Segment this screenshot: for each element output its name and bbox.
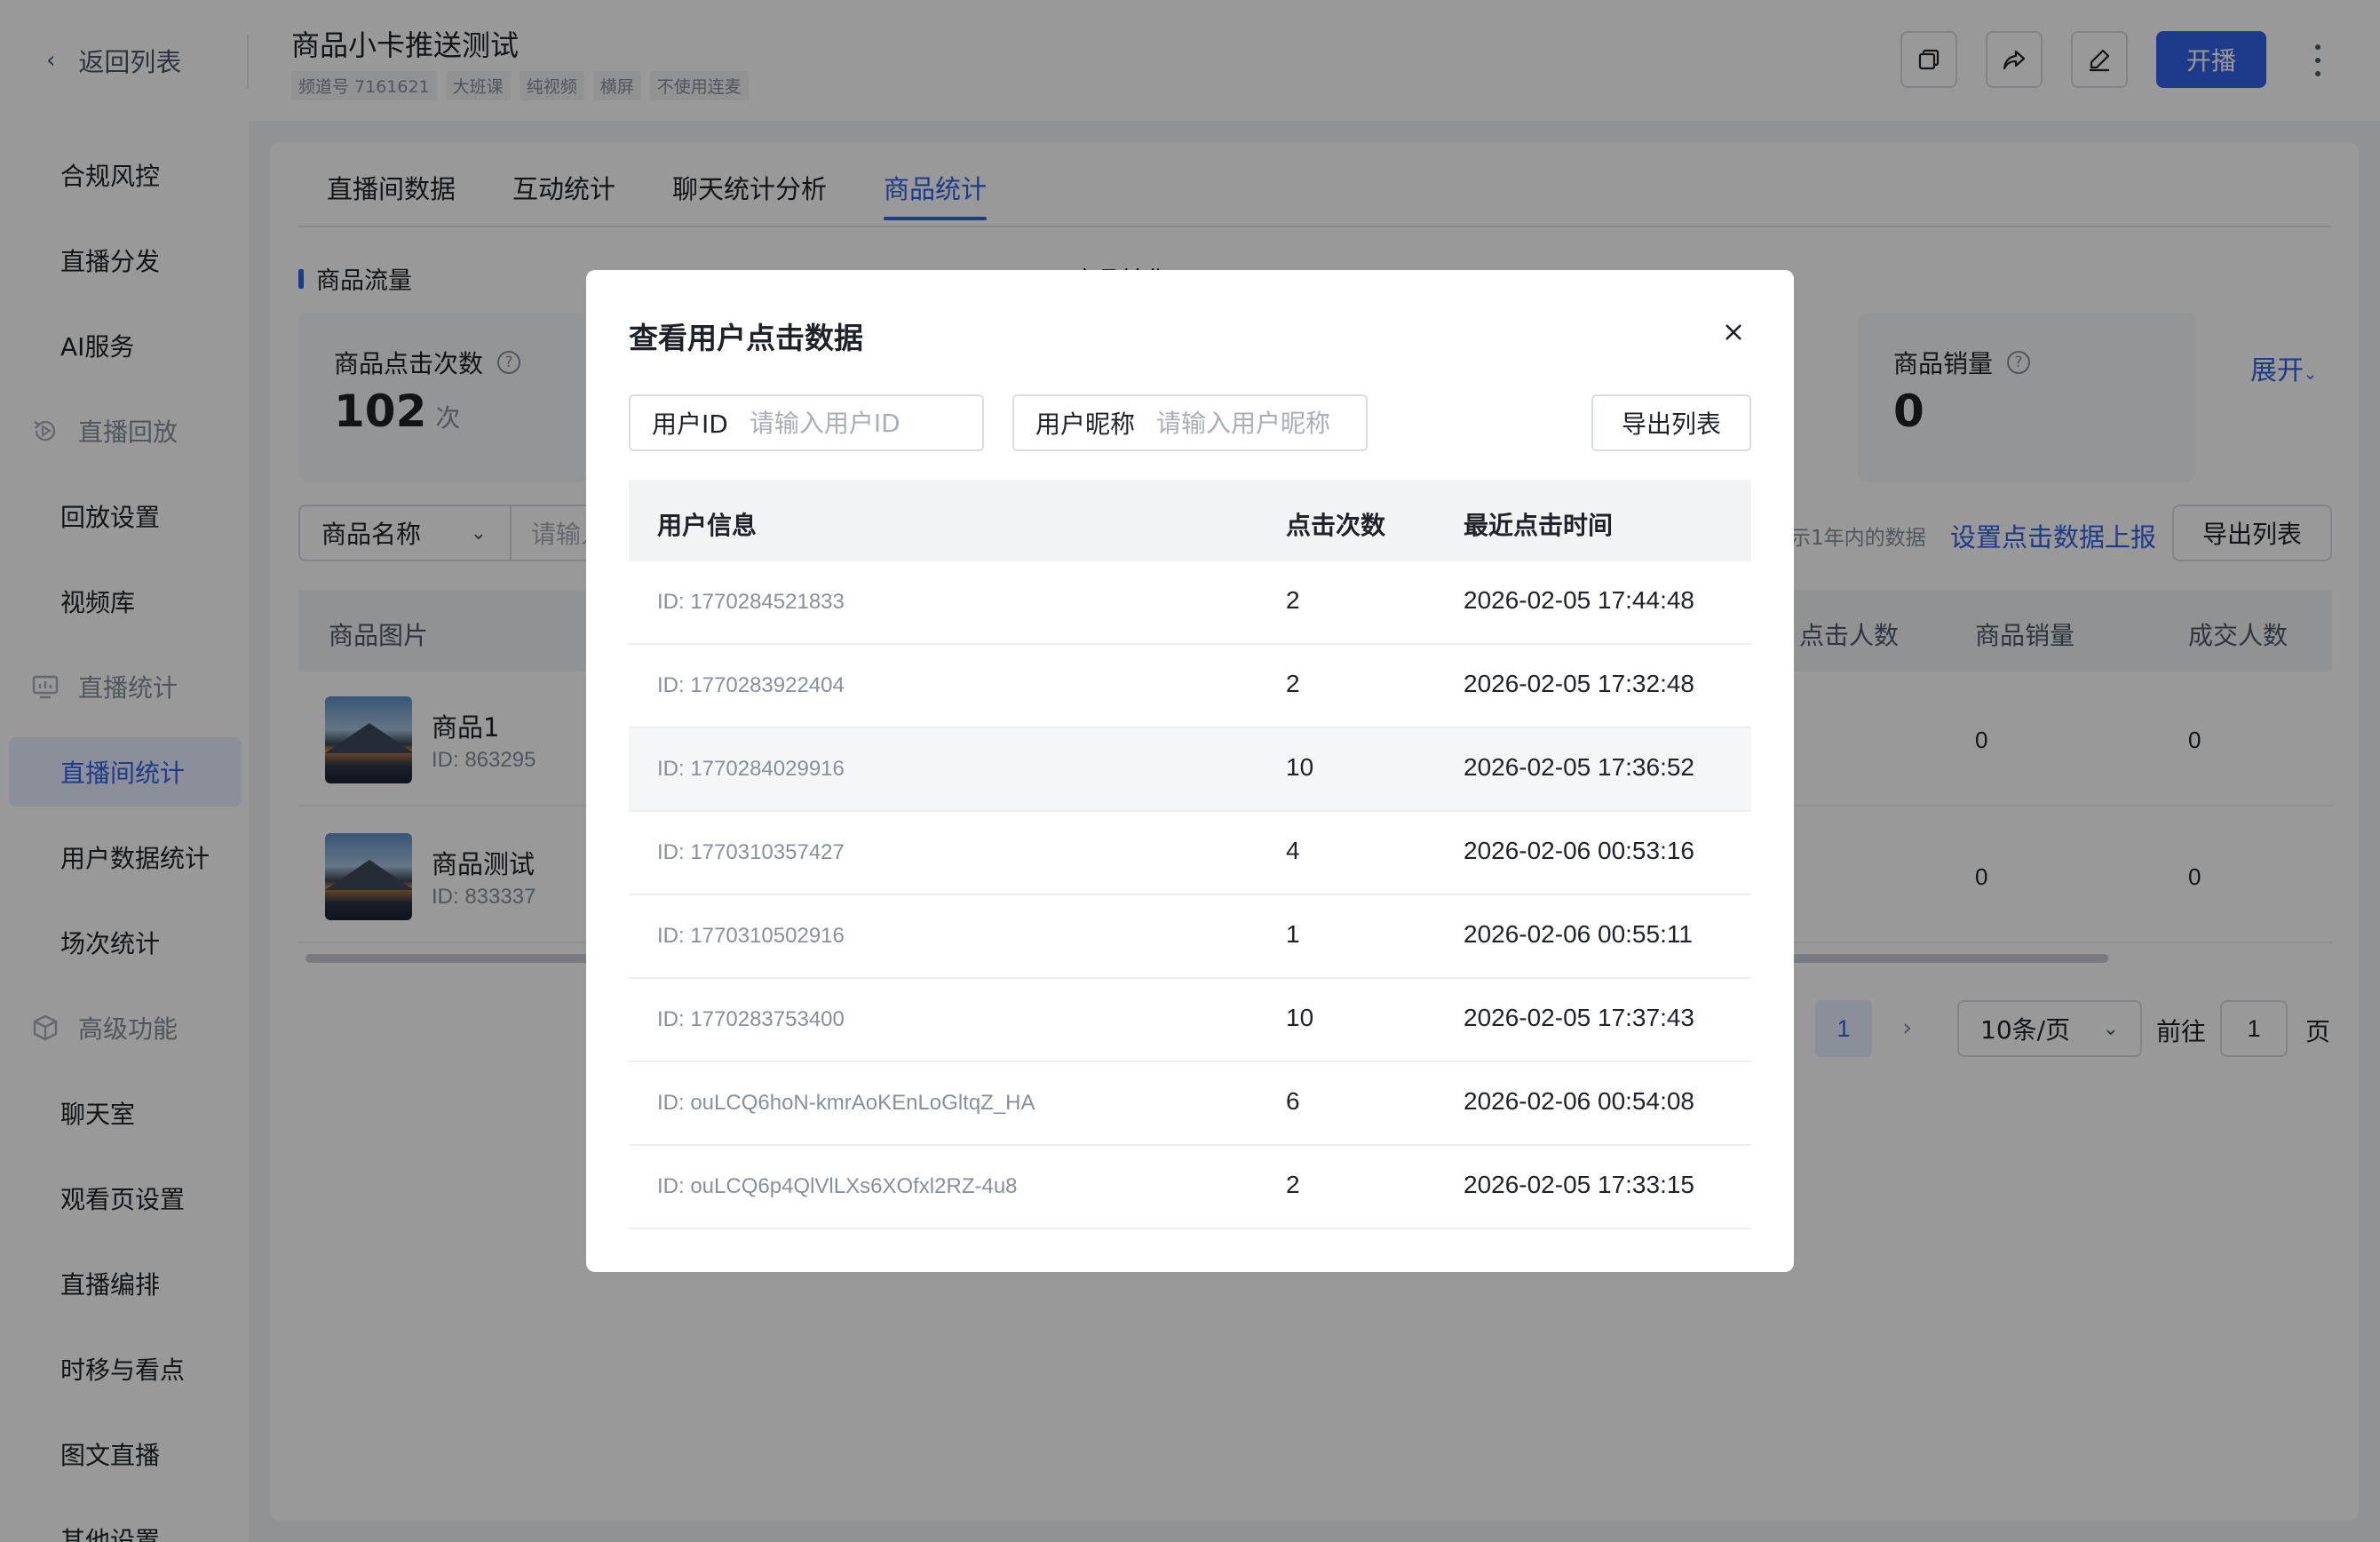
table-row: ID: ouLCQ6p4QlVlLXs6XOfxl2RZ-4u8 2 2026-… <box>629 1146 1751 1229</box>
cell-last-click-time: 2026-02-06 00:55:11 <box>1464 920 1693 948</box>
close-button[interactable] <box>1716 314 1751 350</box>
user-id-label: 用户ID <box>652 409 728 439</box>
table-row: ID: 1770310357427 4 2026-02-06 00:53:16 <box>629 812 1751 895</box>
cell-last-click-time: 2026-02-05 17:37:43 <box>1464 1004 1694 1031</box>
cell-last-click-time: 2026-02-05 17:33:15 <box>1464 1171 1694 1198</box>
cell-last-click-time: 2026-02-05 17:36:52 <box>1464 753 1694 781</box>
table-row: ID: 1770310502916 1 2026-02-06 00:55:11 <box>629 895 1751 979</box>
nickname-filter: 用户昵称 <box>1012 394 1368 451</box>
cell-click-count: 2 <box>1286 670 1300 697</box>
cell-click-count: 4 <box>1286 837 1300 864</box>
user-click-data-dialog: 查看用户点击数据 用户ID 用户昵称 导出列表 用户信息 点击次数 最近点击时间… <box>586 270 1794 1272</box>
cell-user-id: ID: 1770283922404 <box>657 673 845 697</box>
column-header-user: 用户信息 <box>657 511 758 540</box>
cell-user-id: ID: ouLCQ6p4QlVlLXs6XOfxl2RZ-4u8 <box>657 1174 1018 1198</box>
nickname-input[interactable] <box>1156 408 1335 438</box>
table-row: ID: ouLCQ6hoN-kmrAoKEnLoGltqZ_HA 6 2026-… <box>629 1062 1751 1146</box>
table-row: ID: 1770284029916 10 2026-02-05 17:36:52 <box>629 728 1751 812</box>
table-row: ID: 1770283753400 10 2026-02-05 17:37:43 <box>629 979 1751 1062</box>
cell-click-count: 2 <box>1286 586 1300 614</box>
user-id-filter: 用户ID <box>629 394 984 451</box>
cell-user-id: ID: 1770284029916 <box>657 757 845 781</box>
cell-user-id: ID: 1770310357427 <box>657 840 845 864</box>
cell-user-id: ID: 1770284521833 <box>657 590 845 614</box>
table-row: ID: 1770283922404 2 2026-02-05 17:32:48 <box>629 645 1751 728</box>
cell-user-id: ID: ouLCQ6hoN-kmrAoKEnLoGltqZ_HA <box>657 1091 1035 1115</box>
cell-user-id: ID: 1770283753400 <box>657 1007 845 1031</box>
cell-click-count: 1 <box>1286 920 1300 948</box>
table-row: ID: 1770284521833 2 2026-02-05 17:44:48 <box>629 561 1751 645</box>
cell-last-click-time: 2026-02-06 00:54:08 <box>1464 1087 1694 1115</box>
cell-user-id: ID: 1770310502916 <box>657 924 845 948</box>
cell-last-click-time: 2026-02-05 17:44:48 <box>1464 586 1694 614</box>
cell-click-count: 2 <box>1286 1171 1300 1198</box>
dialog-export-button[interactable]: 导出列表 <box>1591 394 1751 451</box>
click-table-header: 用户信息 点击次数 最近点击时间 <box>629 480 1751 561</box>
nickname-label: 用户昵称 <box>1035 409 1136 439</box>
cell-last-click-time: 2026-02-05 17:32:48 <box>1464 670 1694 697</box>
cell-click-count: 6 <box>1286 1087 1300 1115</box>
cell-click-count: 10 <box>1286 1004 1314 1031</box>
user-id-input[interactable] <box>749 408 927 438</box>
column-header-last-time: 最近点击时间 <box>1464 511 1614 540</box>
dialog-title: 查看用户点击数据 <box>629 321 863 355</box>
close-icon <box>1726 324 1741 340</box>
cell-click-count: 10 <box>1286 753 1314 781</box>
cell-last-click-time: 2026-02-06 00:53:16 <box>1464 837 1694 864</box>
column-header-clicks: 点击次数 <box>1286 511 1386 540</box>
